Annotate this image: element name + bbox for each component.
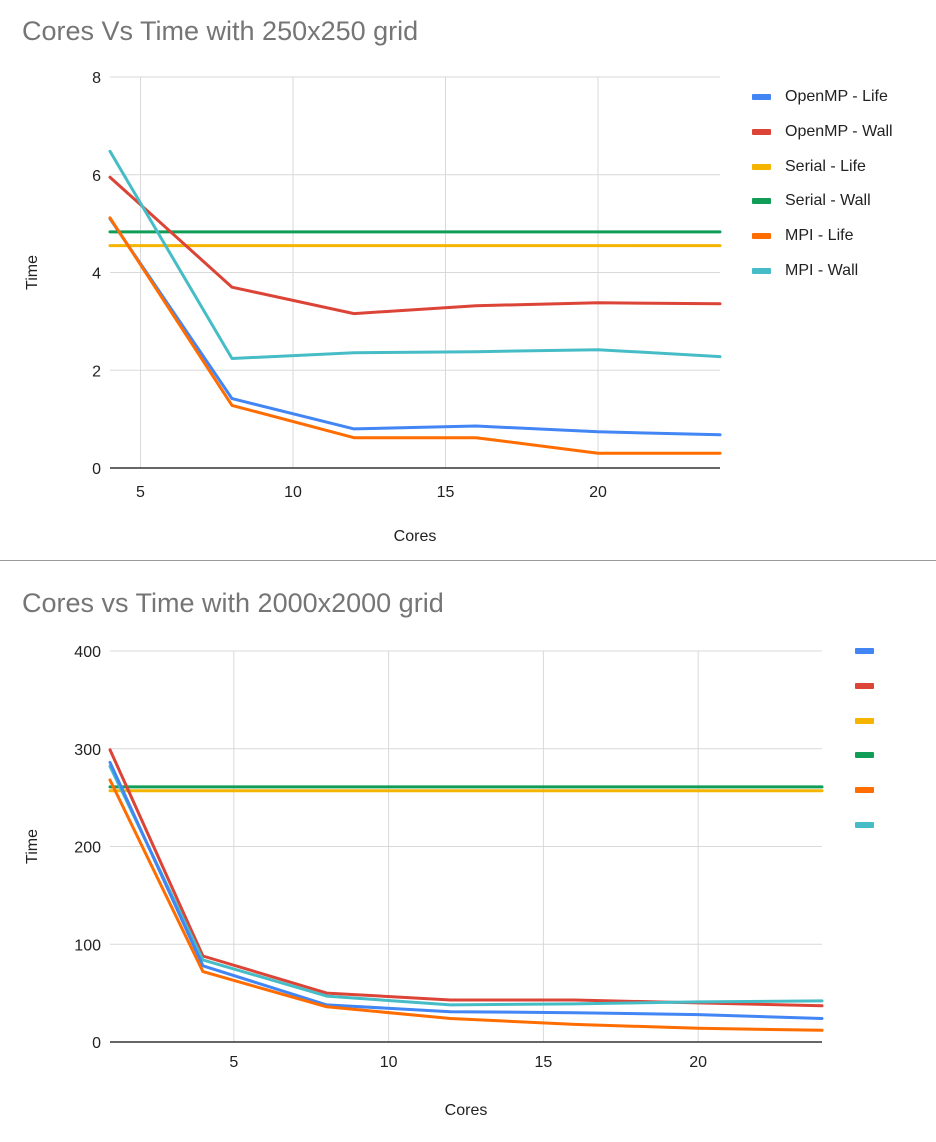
y-tick-label: 100 (74, 937, 101, 954)
series-line-mpi-life (108, 778, 824, 1032)
y-tick-label: 6 (92, 168, 101, 185)
legend-item (855, 773, 888, 808)
y-tick-label: 2 (92, 363, 101, 380)
x-tick-label: 15 (534, 1054, 552, 1071)
chart-panel-2000: Cores vs Time with 2000x2000 grid 0 100 20… (0, 561, 936, 1142)
legend-swatch (855, 821, 874, 828)
legend-item: OpenMP - Wall (752, 115, 893, 150)
legend-item: MPI - Wall (752, 253, 893, 288)
legend-item (855, 669, 888, 704)
legend-label: Serial - Wall (785, 192, 871, 210)
x-tick-label: 15 (437, 484, 455, 501)
legend-swatch (855, 683, 874, 690)
legend-label: Serial - Life (785, 157, 866, 175)
legend-item: OpenMP - Life (752, 80, 893, 115)
x-tick-label: 5 (229, 1054, 238, 1071)
legend-item: MPI - Life (752, 219, 893, 254)
x-axis-title: Cores (394, 528, 437, 545)
legend-item (855, 738, 888, 773)
y-tick-label: 300 (74, 742, 101, 759)
legend-label: MPI - Wall (785, 261, 859, 279)
legend-swatch (752, 94, 771, 101)
y-axis-title: Time (24, 255, 41, 290)
x-tick-label: 5 (136, 484, 145, 501)
x-tick-label: 10 (380, 1054, 398, 1071)
y-tick-label: 0 (92, 461, 101, 478)
y-axis-title: Time (24, 829, 41, 864)
chart-legend (855, 634, 888, 842)
x-axis-title: Cores (445, 1102, 488, 1119)
legend-swatch (855, 752, 874, 759)
chart-legend: OpenMP - Life OpenMP - Wall Serial - Life S… (752, 80, 893, 288)
chart-panel-250: Cores Vs Time with 250x250 grid 0 2 4 6 8 5 10… (0, 0, 936, 560)
x-tick-label: 20 (689, 1054, 707, 1071)
legend-item: Serial - Wall (752, 184, 893, 219)
series-line-openmp-life (108, 217, 722, 437)
y-tick-label: 4 (92, 266, 101, 283)
legend-swatch (752, 233, 771, 240)
legend-swatch (752, 198, 771, 205)
chart-plot-area: 0 100 200 300 400 5 10 15 20 Cores Time (24, 644, 824, 1119)
legend-item (855, 703, 888, 738)
legend-swatch (855, 648, 874, 655)
legend-swatch (752, 163, 771, 170)
x-tick-label: 20 (589, 484, 607, 501)
x-tick-label: 10 (284, 484, 302, 501)
y-tick-label: 400 (74, 644, 101, 661)
series-line-mpi-wall (108, 149, 722, 360)
y-tick-label: 200 (74, 840, 101, 857)
legend-item: Serial - Life (752, 149, 893, 184)
legend-item (855, 634, 888, 669)
legend-swatch (752, 129, 771, 136)
legend-label: OpenMP - Life (785, 88, 888, 106)
y-tick-label: 8 (92, 70, 101, 87)
legend-swatch (855, 787, 874, 794)
series-line-openmp-life (108, 760, 824, 1020)
legend-label: OpenMP - Wall (785, 123, 893, 141)
y-tick-label: 0 (92, 1035, 101, 1052)
legend-label: MPI - Life (785, 227, 854, 245)
series-line-mpi-life (108, 216, 722, 455)
legend-swatch (855, 717, 874, 724)
legend-swatch (752, 267, 771, 274)
legend-item (855, 807, 888, 842)
